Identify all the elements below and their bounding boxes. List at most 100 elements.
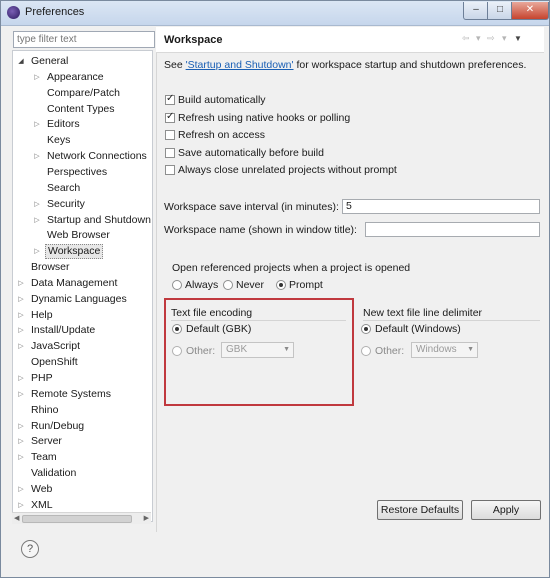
delimiter-other-select[interactable]: Windows ▼: [411, 342, 478, 358]
collapsed-arrow-icon[interactable]: ▷: [17, 308, 25, 323]
collapsed-arrow-icon[interactable]: ▷: [17, 323, 25, 338]
tree-item-label: Rhino: [31, 403, 59, 416]
tree-item-label: XML: [31, 498, 53, 511]
tree-item-label: OpenShift: [31, 356, 78, 369]
collapsed-arrow-icon[interactable]: ▷: [17, 482, 25, 497]
collapsed-arrow-icon[interactable]: ▷: [17, 292, 25, 307]
tree-item-label: Install/Update: [31, 324, 96, 337]
see-prefix: See: [164, 59, 186, 71]
collapsed-arrow-icon[interactable]: ▷: [17, 434, 25, 449]
horizontal-scrollbar[interactable]: ◀ ▶: [12, 512, 151, 524]
scroll-left-icon[interactable]: ◀: [14, 514, 19, 522]
eclipse-icon: [7, 6, 20, 19]
delimiter-other-radio[interactable]: [361, 346, 371, 356]
option-checkbox[interactable]: [165, 93, 175, 105]
expanded-arrow-icon[interactable]: ◢: [17, 54, 25, 69]
open-referenced-radio[interactable]: [172, 280, 182, 290]
delimiter-default-radio[interactable]: [361, 324, 371, 334]
collapsed-arrow-icon[interactable]: ▷: [33, 149, 41, 164]
title-bar: Preferences – □ ✕: [1, 1, 549, 26]
option-checkbox-label: Refresh using native hooks or polling: [178, 111, 351, 124]
tree-item-label: Remote Systems: [31, 387, 111, 400]
collapsed-arrow-icon[interactable]: ▷: [33, 117, 41, 132]
scroll-right-icon[interactable]: ▶: [144, 514, 149, 522]
tree-item-label: Help: [31, 308, 53, 321]
tree-item-label: Editors: [47, 118, 80, 131]
save-interval-input[interactable]: 5: [342, 199, 540, 214]
back-menu-chevron-icon[interactable]: ▾: [476, 33, 481, 44]
workspace-name-input[interactable]: [365, 222, 540, 237]
help-icon[interactable]: ?: [21, 540, 39, 558]
restore-defaults-button[interactable]: Restore Defaults: [377, 500, 463, 520]
option-checkbox[interactable]: [165, 147, 175, 158]
collapsed-arrow-icon[interactable]: ▷: [17, 498, 25, 513]
encoding-highlight-box: [164, 298, 354, 406]
tree-item-label: Keys: [47, 134, 71, 147]
back-arrow-icon[interactable]: ⇦: [462, 33, 470, 44]
collapsed-arrow-icon[interactable]: ▷: [33, 244, 41, 259]
option-checkbox[interactable]: [165, 165, 175, 175]
scrollbar-thumb[interactable]: [22, 515, 132, 523]
option-checkbox-label: Refresh on access: [178, 129, 265, 141]
collapsed-arrow-icon[interactable]: ▷: [33, 213, 41, 228]
view-menu-icon[interactable]: ▼: [514, 34, 522, 43]
preferences-window: Preferences – □ ✕ ◢ General ▷ Appearance Com…: [0, 0, 550, 578]
tree-item-label: Run/Debug: [31, 419, 85, 432]
collapsed-arrow-icon[interactable]: ▷: [33, 70, 41, 85]
open-referenced-radio[interactable]: [223, 280, 233, 290]
tree-item-label: General: [31, 55, 69, 67]
close-button[interactable]: ✕: [511, 2, 549, 20]
tree-item-label: Browser: [31, 261, 70, 274]
open-referenced-label: Open referenced projects when a project …: [172, 262, 411, 274]
collapsed-arrow-icon[interactable]: ▷: [17, 450, 25, 465]
see-suffix: for workspace startup and shutdown prefe…: [293, 59, 527, 71]
open-referenced-radio[interactable]: [276, 280, 286, 290]
tree-item-label: Data Management: [31, 276, 118, 289]
tree-item-label: Compare/Patch: [47, 86, 120, 99]
collapsed-arrow-icon[interactable]: ▷: [17, 419, 25, 434]
forward-arrow-icon[interactable]: ⇨: [487, 33, 495, 44]
maximize-button[interactable]: □: [487, 2, 513, 20]
option-checkbox[interactable]: [165, 130, 175, 140]
option-checkbox[interactable]: [165, 111, 175, 123]
option-checkbox-label: Always close unrelated projects without …: [178, 164, 397, 176]
tree-item-label: Perspectives: [47, 165, 108, 178]
filter-input[interactable]: [13, 31, 155, 48]
tree-item-label: JavaScript: [31, 340, 81, 353]
collapsed-arrow-icon[interactable]: ▷: [33, 197, 41, 212]
option-checkbox-label: Save automatically before build: [178, 146, 324, 159]
tree-item-label: Appearance: [47, 70, 104, 83]
save-interval-label: Workspace save interval (in minutes):: [164, 201, 339, 213]
open-referenced-radio-label: Never: [236, 279, 265, 291]
open-referenced-radio-label: Prompt: [289, 279, 323, 291]
minimize-button[interactable]: –: [463, 2, 489, 20]
collapsed-arrow-icon[interactable]: ▷: [17, 339, 25, 354]
tree-item-label: Dynamic Languages: [31, 292, 127, 305]
page-header: Workspace ⇦ ▾ ⇨ ▾ ▼: [156, 27, 544, 53]
preferences-tree[interactable]: ◢ General ▷ Appearance Compare/Patch Content …: [12, 50, 153, 522]
tree-item-label: Content Types: [47, 102, 115, 115]
apply-button[interactable]: Apply: [471, 500, 541, 520]
startup-shutdown-note: See 'Startup and Shutdown' for workspace…: [164, 59, 526, 71]
collapsed-arrow-icon[interactable]: ▷: [17, 371, 25, 386]
tree-item-label: Network Connections: [47, 150, 147, 163]
delimiter-group-title: New text file line delimiter: [363, 307, 483, 319]
chevron-down-icon: ▼: [467, 346, 474, 353]
collapsed-arrow-icon[interactable]: ▷: [17, 387, 25, 402]
tree-item-label: Server: [31, 435, 62, 448]
startup-shutdown-link[interactable]: 'Startup and Shutdown': [186, 59, 294, 71]
workspace-name-label: Workspace name (shown in window title):: [164, 224, 357, 236]
forward-menu-chevron-icon[interactable]: ▾: [502, 33, 507, 44]
collapsed-arrow-icon[interactable]: ▷: [17, 276, 25, 291]
tree-item-label: Workspace: [45, 244, 104, 260]
